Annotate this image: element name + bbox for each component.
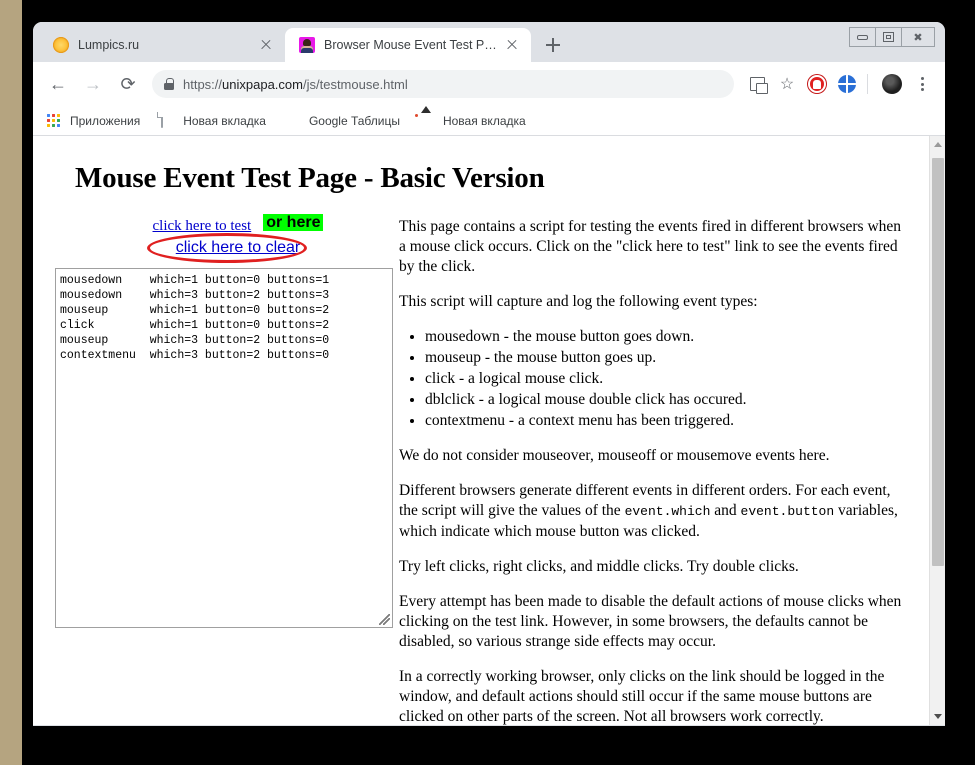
stop-hand-icon [808,75,826,93]
tab-mouse-event-test-page[interactable]: Browser Mouse Event Test Page [285,28,531,62]
resize-handle[interactable] [379,614,390,625]
web-page-content: Mouse Event Test Page - Basic Version cl… [33,136,929,725]
event-type-list: mousedown - the mouse button goes down. … [425,327,911,431]
extension-adblock-button[interactable] [804,71,830,97]
orange-circle-favicon-icon [53,37,69,53]
minimize-button[interactable] [850,28,876,46]
back-button[interactable]: ← [43,69,73,99]
chrome-menu-button[interactable] [909,71,935,97]
code-event-which: event.which [625,504,711,519]
kebab-menu-icon [913,75,931,93]
bookmarks-bar: Приложения Новая вкладка Google Таблицы … [33,106,945,136]
list-item: click - a logical mouse click. [425,369,911,389]
bookmark-google-sheets[interactable]: Google Таблицы [286,113,400,129]
scroll-down-button[interactable] [930,708,945,725]
tab-strip: Lumpics.ru Browser Mouse Event Test Page… [33,22,945,62]
chevron-up-icon [934,142,942,147]
close-button[interactable]: ✖ [902,28,934,46]
bookmark-star-button[interactable]: ☆ [774,71,800,97]
page-scrollbar[interactable] [929,136,945,725]
image-icon [420,113,436,129]
tab-title: Lumpics.ru [78,38,251,52]
reload-icon: ⟳ [120,75,135,93]
page-columns: click here to test or here click here to … [33,217,929,725]
paragraph-not-considered: We do not consider mouseover, mouseoff o… [399,446,911,466]
bookmark-new-tab-1[interactable]: Новая вкладка [160,113,266,129]
translate-icon [750,77,765,91]
toolbar-divider [867,74,868,94]
url-scheme: https:// [183,77,222,92]
tab-title: Browser Mouse Event Test Page [324,38,497,52]
paragraph-browsers-differ: Different browsers generate different ev… [399,481,911,542]
forward-arrow-icon: → [84,75,102,93]
browser-window: Lumpics.ru Browser Mouse Event Test Page… [33,22,945,726]
list-item: mouseup - the mouse button goes up. [425,348,911,368]
globe-icon [838,75,856,93]
avatar [882,74,902,94]
translate-button[interactable] [744,71,770,97]
list-item: contextmenu - a context menu has been tr… [425,411,911,431]
minimize-icon [857,35,868,40]
bookmark-label: Google Таблицы [309,114,400,128]
paragraph-intro: This page contains a script for testing … [399,217,911,277]
paragraph-try-clicks: Try left clicks, right clicks, and middl… [399,557,911,577]
paragraph-default-actions: Every attempt has been made to disable t… [399,592,911,652]
page-title: Mouse Event Test Page - Basic Version [75,162,929,195]
left-column: click here to test or here click here to … [33,217,399,725]
tab-lumpics[interactable]: Lumpics.ru [39,28,285,62]
code-event-button: event.button [741,504,835,519]
lock-icon [164,78,174,90]
maximize-button[interactable] [876,28,902,46]
page-viewport: Mouse Event Test Page - Basic Version cl… [33,136,945,725]
magenta-portrait-favicon-icon [299,37,315,53]
event-log-text: mousedown which=1 button=0 buttons=1 mou… [60,274,329,362]
back-arrow-icon: ← [49,75,67,93]
test-links-row: click here to test or here [55,217,399,235]
scrollbar-thumb[interactable] [932,158,944,566]
browser-toolbar: ← → ⟳ https://unixpapa.com/js/testmouse.… [33,62,945,106]
bookmark-label: Новая вкладка [183,114,266,128]
profile-button[interactable] [879,71,905,97]
forward-button[interactable]: → [78,69,108,99]
restore-icon [883,32,894,42]
document-icon [160,113,176,129]
bookmark-label: Новая вкладка [443,114,526,128]
bookmark-new-tab-2[interactable]: Новая вкладка [420,113,526,129]
url-host: unixpapa.com [222,77,303,92]
or-here-highlight[interactable]: or here [263,214,323,231]
new-tab-button[interactable] [539,31,567,59]
chevron-down-icon [934,714,942,719]
event-log-textarea[interactable]: mousedown which=1 button=0 buttons=1 mou… [55,268,393,628]
clear-link-row: click here to clear [55,239,399,257]
scroll-up-button[interactable] [930,136,945,153]
star-icon: ☆ [780,74,794,94]
apps-grid-icon [47,113,63,129]
list-item: dblclick - a logical mouse double click … [425,390,911,410]
url-path: /js/testmouse.html [303,77,408,92]
close-icon[interactable] [257,36,275,54]
right-column: This page contains a script for testing … [399,217,929,725]
bookmark-label: Приложения [70,114,140,128]
list-item: mousedown - the mouse button goes down. [425,327,911,347]
bookmark-apps[interactable]: Приложения [47,113,140,129]
address-bar[interactable]: https://unixpapa.com/js/testmouse.html [152,70,734,98]
window-controls: ✖ [849,27,935,47]
extension-vpn-button[interactable] [834,71,860,97]
close-icon[interactable] [503,36,521,54]
text-part: and [710,502,740,519]
click-here-to-clear-link[interactable]: click here to clear [176,239,301,256]
paragraph-correct-browser: In a correctly working browser, only cli… [399,667,911,725]
close-x-icon: ✖ [913,31,922,44]
desktop-left-strip [0,0,22,765]
click-here-to-test-link[interactable]: click here to test [153,218,252,234]
reload-button[interactable]: ⟳ [113,69,143,99]
google-sheets-icon [286,113,302,129]
paragraph-capture: This script will capture and log the fol… [399,292,911,312]
